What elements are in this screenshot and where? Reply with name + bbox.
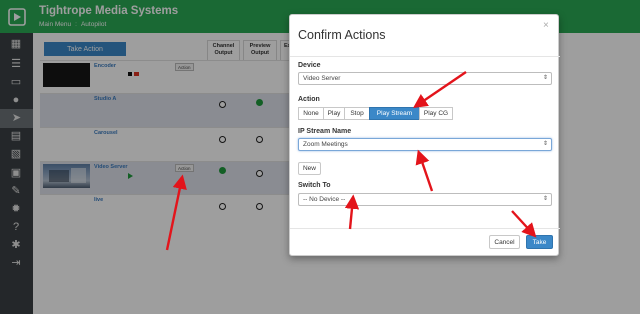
action-label: Action <box>298 96 320 103</box>
dialog-title: Confirm Actions <box>298 28 386 42</box>
take-button[interactable]: Take <box>526 235 553 249</box>
action-none-button[interactable]: None <box>298 107 324 120</box>
action-segmented-control: None Play Stop Play Stream Play CG <box>298 107 453 120</box>
ip-stream-name-label: IP Stream Name <box>298 128 352 135</box>
chevron-updown-icon: ⇕ <box>542 141 548 147</box>
close-icon[interactable]: × <box>543 21 549 31</box>
ip-stream-select[interactable]: Zoom Meetings ⇕ <box>298 138 552 151</box>
divider <box>290 56 560 57</box>
switch-to-select[interactable]: -- No Device -- ⇕ <box>298 193 552 206</box>
switch-to-label: Switch To <box>298 182 331 189</box>
action-play-stream-button[interactable]: Play Stream <box>369 107 420 120</box>
action-stop-button[interactable]: Stop <box>344 107 370 120</box>
action-play-cg-button[interactable]: Play CG <box>419 107 453 120</box>
confirm-actions-dialog: Confirm Actions × Device Video Server ⇕ A… <box>289 14 560 256</box>
device-select[interactable]: Video Server ⇕ <box>298 72 552 85</box>
cancel-button[interactable]: Cancel <box>489 235 520 249</box>
chevron-updown-icon: ⇕ <box>542 75 548 81</box>
new-stream-button[interactable]: New <box>298 162 321 175</box>
chevron-updown-icon: ⇕ <box>542 196 548 202</box>
device-label: Device <box>298 62 321 69</box>
action-play-button[interactable]: Play <box>323 107 345 120</box>
divider <box>290 228 560 229</box>
